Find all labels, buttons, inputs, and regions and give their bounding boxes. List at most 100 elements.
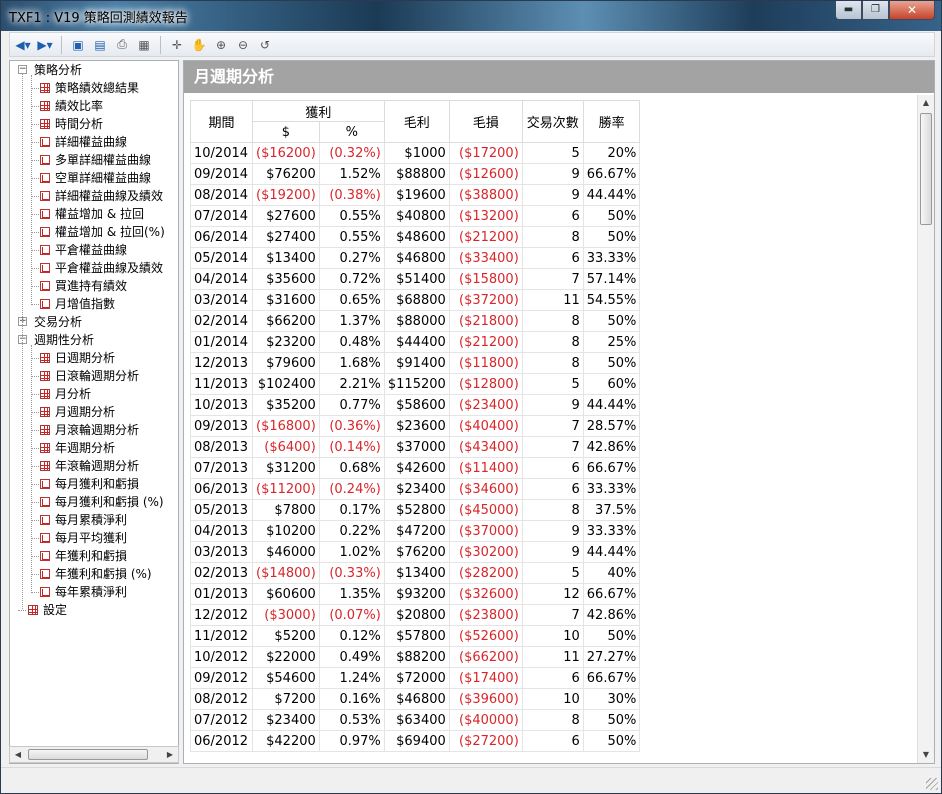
tree-item[interactable]: 平倉權益曲線及績效 [31, 259, 163, 277]
forward-icon[interactable]: ▶▾ [36, 36, 54, 54]
cell-gross-loss: ($28200) [448, 562, 523, 584]
col-trades[interactable]: 交易次數 [521, 100, 584, 143]
table-row[interactable]: 06/2012 $42200 0.97% $69400 ($27200) 6 50% [190, 730, 641, 752]
table-vertical-scrollbar[interactable]: ▲ ▼ [917, 95, 934, 763]
tree-item[interactable]: 策略績效總結果 [31, 79, 139, 97]
table-row[interactable]: 10/2014 ($16200) (0.32%) $1000 ($17200) 5 20% [190, 142, 641, 164]
tree-item[interactable]: 每年累積淨利 [31, 583, 127, 601]
tree-item[interactable]: 月滾輪週期分析 [31, 421, 139, 439]
zoom-out-icon[interactable]: ⊖ [234, 36, 252, 54]
table-row[interactable]: 06/2014 $27400 0.55% $48600 ($21200) 8 50% [190, 226, 641, 248]
tree-item[interactable]: 月分析 [31, 385, 91, 403]
cell-trades: 6 [521, 730, 584, 752]
tree-item[interactable]: 日週期分析 [31, 349, 115, 367]
tree-item[interactable]: 每月累積淨利 [31, 511, 127, 529]
tree-item[interactable]: 每月獲利和虧損 [31, 475, 139, 493]
scroll-up-icon[interactable]: ▲ [918, 95, 934, 111]
table-row[interactable]: 04/2013 $10200 0.22% $47200 ($37000) 9 33.33% [190, 520, 641, 542]
col-win-rate[interactable]: 勝率 [582, 100, 641, 143]
scroll-left-icon[interactable]: ◀ [10, 747, 26, 762]
col-gross-profit[interactable]: 毛利 [383, 100, 450, 143]
table-row[interactable]: 11/2013 $102400 2.21% $115200 ($12800) 5 60% [190, 373, 641, 395]
table-row[interactable]: 09/2013 ($16800) (0.36%) $23600 ($40400) 7 28.… [190, 415, 641, 437]
tree-connector [31, 160, 39, 161]
scroll-right-icon[interactable]: ▶ [162, 747, 178, 762]
tree-item[interactable]: 詳細權益曲線 [31, 133, 127, 151]
tree-item[interactable]: 平倉權益曲線 [31, 241, 127, 259]
tree-item[interactable]: 買進持有績效 [31, 277, 127, 295]
col-profit-dollar[interactable]: $ [252, 121, 320, 143]
title-bar[interactable]: TXF1 : V19 策略回測績效報告 ▬ ❐ ✕ [1, 1, 941, 31]
col-period[interactable]: 期間 [190, 100, 253, 143]
cell-gross-profit: $51400 [383, 268, 450, 290]
tree-group[interactable]: − 策略分析 [18, 61, 82, 79]
print-icon[interactable]: ⎙ [113, 36, 131, 54]
cell-profit-percent: 1.37% [318, 310, 385, 332]
table-row[interactable]: 09/2014 $76200 1.52% $88800 ($12600) 9 66.67% [190, 163, 641, 185]
tree-item[interactable]: 每月獲利和虧損 (%) [31, 493, 164, 511]
scroll-down-icon[interactable]: ▼ [918, 747, 934, 763]
save-icon[interactable]: ▣ [69, 36, 87, 54]
tree-horizontal-scrollbar[interactable]: ◀ ▶ [9, 746, 179, 763]
table-row[interactable]: 10/2012 $22000 0.49% $88200 ($66200) 11 27.27% [190, 646, 641, 668]
tree-group[interactable]: 設定 [18, 601, 67, 619]
hand-icon[interactable]: ✋ [190, 36, 208, 54]
scrollbar-thumb[interactable] [28, 749, 148, 760]
tree-item[interactable]: 年滾輪週期分析 [31, 457, 139, 475]
tree-item[interactable]: 空單詳細權益曲線 [31, 169, 151, 187]
tree-group[interactable]: − 週期性分析 [18, 331, 94, 349]
table-row[interactable]: 04/2014 $35600 0.72% $51400 ($15800) 7 57.14% [190, 268, 641, 290]
table-row[interactable]: 07/2013 $31200 0.68% $42600 ($11400) 6 66.67% [190, 457, 641, 479]
table-row[interactable]: 05/2013 $7800 0.17% $52800 ($45000) 8 37.5% [190, 499, 641, 521]
tree-item[interactable]: 多單詳細權益曲線 [31, 151, 151, 169]
cell-win-rate: 50% [582, 310, 641, 332]
tree-item[interactable]: 績效比率 [31, 97, 103, 115]
table-row[interactable]: 03/2014 $31600 0.65% $68800 ($37200) 11 54.55% [190, 289, 641, 311]
table-row[interactable]: 10/2013 $35200 0.77% $58600 ($23400) 9 44.44% [190, 394, 641, 416]
table-row[interactable]: 06/2013 ($11200) (0.24%) $23400 ($34600) 6 33.… [190, 478, 641, 500]
table-row[interactable]: 01/2013 $60600 1.35% $93200 ($32600) 12 66.67% [190, 583, 641, 605]
tree-item[interactable]: 權益增加 & 拉回 [31, 205, 144, 223]
tree-group[interactable]: + 交易分析 [18, 313, 82, 331]
table-row[interactable]: 08/2013 ($6400) (0.14%) $37000 ($43400) 7 42.8… [190, 436, 641, 458]
table-row[interactable]: 11/2012 $5200 0.12% $57800 ($52600) 10 50% [190, 625, 641, 647]
resize-grip-icon[interactable] [926, 778, 938, 790]
tree-item[interactable]: 年獲利和虧損 [31, 547, 127, 565]
preview-icon[interactable]: ▤ [91, 36, 109, 54]
maximize-button[interactable]: ❐ [862, 1, 889, 20]
zoom-in-icon[interactable]: ⊕ [212, 36, 230, 54]
scrollbar-thumb[interactable] [920, 113, 932, 225]
table-row[interactable]: 08/2014 ($19200) (0.38%) $19600 ($38800) 9 44.… [190, 184, 641, 206]
table-row[interactable]: 07/2012 $23400 0.53% $63400 ($40000) 8 50% [190, 709, 641, 731]
tree-item[interactable]: 年獲利和虧損 (%) [31, 565, 152, 583]
reset-icon[interactable]: ↺ [256, 36, 274, 54]
minimize-button[interactable]: ▬ [835, 1, 862, 20]
crosshair-icon[interactable]: ✛ [168, 36, 186, 54]
back-icon[interactable]: ◀▾ [14, 36, 32, 54]
table-row[interactable]: 12/2012 ($3000) (0.07%) $20800 ($23800) 7 42.8… [190, 604, 641, 626]
tree-item[interactable]: 詳細權益曲線及績效 [31, 187, 163, 205]
col-profit[interactable]: 獲利 [252, 100, 385, 122]
toolbar-separator [61, 35, 62, 54]
cell-profit-dollar: $27400 [252, 226, 320, 248]
table-row[interactable]: 09/2012 $54600 1.24% $72000 ($17400) 6 66.67% [190, 667, 641, 689]
table-row[interactable]: 02/2013 ($14800) (0.33%) $13400 ($28200) 5 40% [190, 562, 641, 584]
tree-item[interactable]: 月週期分析 [31, 403, 115, 421]
tree-item[interactable]: 權益增加 & 拉回(%) [31, 223, 165, 241]
tree-item[interactable]: 每月平均獲利 [31, 529, 127, 547]
table-row[interactable]: 12/2013 $79600 1.68% $91400 ($11800) 8 50% [190, 352, 641, 374]
table-row[interactable]: 03/2013 $46000 1.02% $76200 ($30200) 9 44.44% [190, 541, 641, 563]
table-row[interactable]: 05/2014 $13400 0.27% $46800 ($33400) 6 33.33% [190, 247, 641, 269]
tree-item[interactable]: 日滾輪週期分析 [31, 367, 139, 385]
tree-item[interactable]: 時間分析 [31, 115, 103, 133]
col-profit-percent[interactable]: % [318, 121, 385, 143]
table-row[interactable]: 02/2014 $66200 1.37% $88000 ($21800) 8 50% [190, 310, 641, 332]
tree-item[interactable]: 年週期分析 [31, 439, 115, 457]
table-row[interactable]: 07/2014 $27600 0.55% $40800 ($13200) 6 50% [190, 205, 641, 227]
report-icon[interactable]: ▦ [135, 36, 153, 54]
close-button[interactable]: ✕ [889, 1, 935, 20]
table-row[interactable]: 01/2014 $23200 0.48% $44400 ($21200) 8 25% [190, 331, 641, 353]
table-row[interactable]: 08/2012 $7200 0.16% $46800 ($39600) 10 30% [190, 688, 641, 710]
col-gross-loss[interactable]: 毛損 [448, 100, 523, 143]
tree-item[interactable]: 月增值指數 [31, 295, 115, 313]
